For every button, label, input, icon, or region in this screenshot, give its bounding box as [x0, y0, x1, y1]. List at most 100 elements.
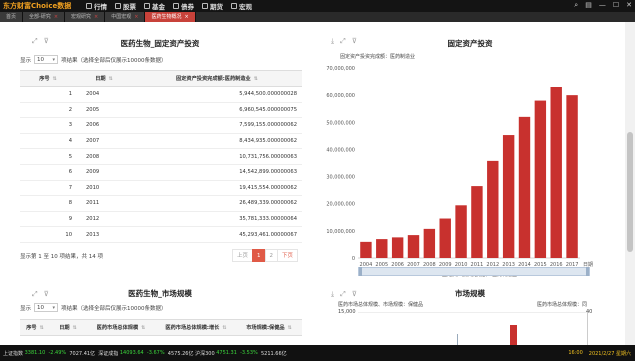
- table-row[interactable]: 8 2011 26,489,339.00000062: [20, 195, 302, 212]
- table-row[interactable]: 10 2013 45,293,461.00000067: [20, 226, 302, 243]
- expand-icon[interactable]: ⤢: [32, 290, 38, 299]
- filter-icon[interactable]: ⊽: [352, 290, 357, 299]
- table-row[interactable]: 5 2008 10,731,756.00000063: [20, 148, 302, 165]
- download-icon[interactable]: ⤓: [331, 37, 334, 46]
- bar[interactable]: [360, 241, 372, 258]
- table-row[interactable]: 2 2005 6,960,545.000000075: [20, 102, 302, 119]
- app-logo: 东方财富Choice数据: [3, 2, 72, 10]
- download-icon[interactable]: ⤓: [331, 290, 334, 299]
- table-row[interactable]: 3 2006 7,599,155.000000062: [20, 117, 302, 134]
- filter-icon[interactable]: ⊽: [44, 37, 49, 46]
- chart2-bar-fragment: [510, 325, 517, 345]
- main-menu: 行情 股票 基金 债券 期货 宏观: [86, 1, 252, 11]
- y-tick-label: 50,000,000: [326, 120, 355, 126]
- sort-icon[interactable]: ⇅: [53, 76, 57, 82]
- chart-zoom-slider[interactable]: [358, 267, 590, 276]
- page-size-select-2[interactable]: 10: [34, 303, 59, 312]
- minimize-icon[interactable]: —: [599, 1, 606, 10]
- chart2-gridline: [358, 312, 588, 313]
- bar[interactable]: [407, 235, 420, 258]
- menu-icon[interactable]: ▤: [585, 1, 592, 10]
- menu-item-bond[interactable]: 债券: [173, 1, 194, 11]
- chart2-line-fragment: [457, 334, 458, 345]
- table-header-row: 序号 ⇅ 日期 ⇅ 固定资产投资完成额:医药制造业 ⇅: [20, 70, 302, 87]
- bar[interactable]: [518, 116, 531, 258]
- tab-pharma-overview[interactable]: 医药生物概况 ×: [145, 12, 196, 22]
- menu-item-macro[interactable]: 宏观: [231, 1, 252, 11]
- table-row[interactable]: 4 2007 8,434,935.000000062: [20, 133, 302, 150]
- col-header-index[interactable]: 序号 ⇅: [20, 319, 50, 336]
- bar[interactable]: [566, 95, 578, 258]
- search-icon[interactable]: ⌕: [574, 1, 578, 10]
- bar[interactable]: [471, 186, 483, 258]
- chart-tools-2: ⤓ ⤢ ⊽: [331, 290, 357, 299]
- sort-icon[interactable]: ⇅: [40, 325, 44, 331]
- page-size-control-2: 显示 10 项结果（选择全部后仅展示10000条数据）: [20, 303, 167, 312]
- col-header-market-size[interactable]: 医药市场总体规模 ⇅: [86, 319, 156, 336]
- chart2-right-label: 医药市场总体规模：同: [537, 302, 588, 308]
- bar[interactable]: [391, 237, 404, 258]
- status-clock: 16:00 2021/2/27 星期六: [568, 350, 631, 357]
- prev-page-button[interactable]: 上页: [232, 249, 254, 262]
- table-row[interactable]: 7 2010 19,415,554.00000062: [20, 180, 302, 197]
- app-window: 东方财富Choice数据 行情 股票 基金 债券 期货 宏观 ⌕ ▤ — ☐ ✕…: [0, 0, 635, 361]
- tab-home[interactable]: 首页: [0, 12, 24, 22]
- col-header-value[interactable]: 固定资产投资完成额:医药制造业 ⇅: [132, 70, 302, 87]
- bar[interactable]: [502, 135, 515, 258]
- menu-item-futures[interactable]: 期货: [202, 1, 223, 11]
- scrollbar-thumb[interactable]: [627, 132, 633, 252]
- bar[interactable]: [423, 228, 436, 258]
- page-size-select[interactable]: 10: [34, 55, 59, 64]
- zoom-handle-right[interactable]: [586, 267, 589, 276]
- panel-title-fixed-asset-chart: 固定资产投资: [447, 39, 493, 48]
- table-row[interactable]: 6 2009 14,542,899.00000063: [20, 164, 302, 181]
- page-2-button[interactable]: 2: [264, 249, 279, 262]
- col-header-market-growth[interactable]: 医药市场总体规模:增长 ⇅: [156, 319, 236, 336]
- filter-icon[interactable]: ⊽: [44, 290, 49, 299]
- col-header-date[interactable]: 日期 ⇅: [50, 319, 86, 336]
- bar[interactable]: [487, 160, 499, 258]
- sort-icon[interactable]: ⇅: [73, 325, 77, 331]
- expand-icon[interactable]: ⤢: [32, 37, 38, 46]
- page-1-button[interactable]: 1: [252, 249, 266, 262]
- maximize-icon[interactable]: ☐: [613, 1, 619, 10]
- col-header-health-products[interactable]: 市场规模:保健品 ⇅: [236, 319, 302, 336]
- sort-icon[interactable]: ⇅: [222, 325, 226, 331]
- bar[interactable]: [376, 239, 388, 258]
- expand-icon[interactable]: ⤢: [340, 290, 346, 299]
- sort-icon[interactable]: ⇅: [141, 325, 145, 331]
- y-tick-label: 30,000,000: [326, 175, 355, 181]
- table-row[interactable]: 1 2004 5,944,500.000000028: [20, 86, 302, 103]
- fixed-asset-bar-chart: 0 10,000,000 20,000,000 30,000,000 40,000,00…: [326, 66, 593, 278]
- col-header-date[interactable]: 日期 ⇅: [76, 70, 132, 87]
- tab-close-icon[interactable]: ×: [184, 14, 188, 20]
- sort-icon[interactable]: ⇅: [288, 325, 292, 331]
- tab-china-macro[interactable]: 中国宏观 ×: [105, 12, 146, 22]
- tab-macro-research[interactable]: 宏观研究 ×: [65, 12, 106, 22]
- tab-research-all[interactable]: 全部-研究 ×: [23, 12, 66, 22]
- vertical-scrollbar[interactable]: [625, 22, 635, 345]
- status-date: 2021/2/27 星期六: [588, 350, 631, 357]
- tab-close-icon[interactable]: ×: [94, 14, 98, 20]
- table-row[interactable]: 9 2012 35,781,333.00000064: [20, 211, 302, 228]
- menu-item-stock[interactable]: 股票: [115, 1, 136, 11]
- quote-icon: [86, 3, 92, 9]
- next-page-button[interactable]: 下页: [277, 249, 299, 262]
- tab-close-icon[interactable]: ×: [134, 14, 138, 20]
- bar[interactable]: [534, 100, 547, 258]
- close-icon[interactable]: ✕: [626, 1, 632, 10]
- zoom-handle-left[interactable]: [359, 267, 362, 276]
- menu-item-quote[interactable]: 行情: [86, 1, 107, 11]
- sort-icon[interactable]: ⇅: [109, 76, 113, 82]
- col-header-index[interactable]: 序号 ⇅: [20, 70, 76, 87]
- pagination: 上页 1 2 下页: [232, 249, 299, 262]
- expand-icon[interactable]: ⤢: [340, 37, 346, 46]
- macro-icon: [231, 3, 237, 9]
- filter-icon[interactable]: ⊽: [352, 37, 357, 46]
- menu-item-fund[interactable]: 基金: [144, 1, 165, 11]
- tab-close-icon[interactable]: ×: [54, 14, 58, 20]
- bar[interactable]: [550, 87, 562, 258]
- sort-icon[interactable]: ⇅: [254, 76, 258, 82]
- bar[interactable]: [439, 218, 451, 258]
- bar[interactable]: [455, 205, 467, 258]
